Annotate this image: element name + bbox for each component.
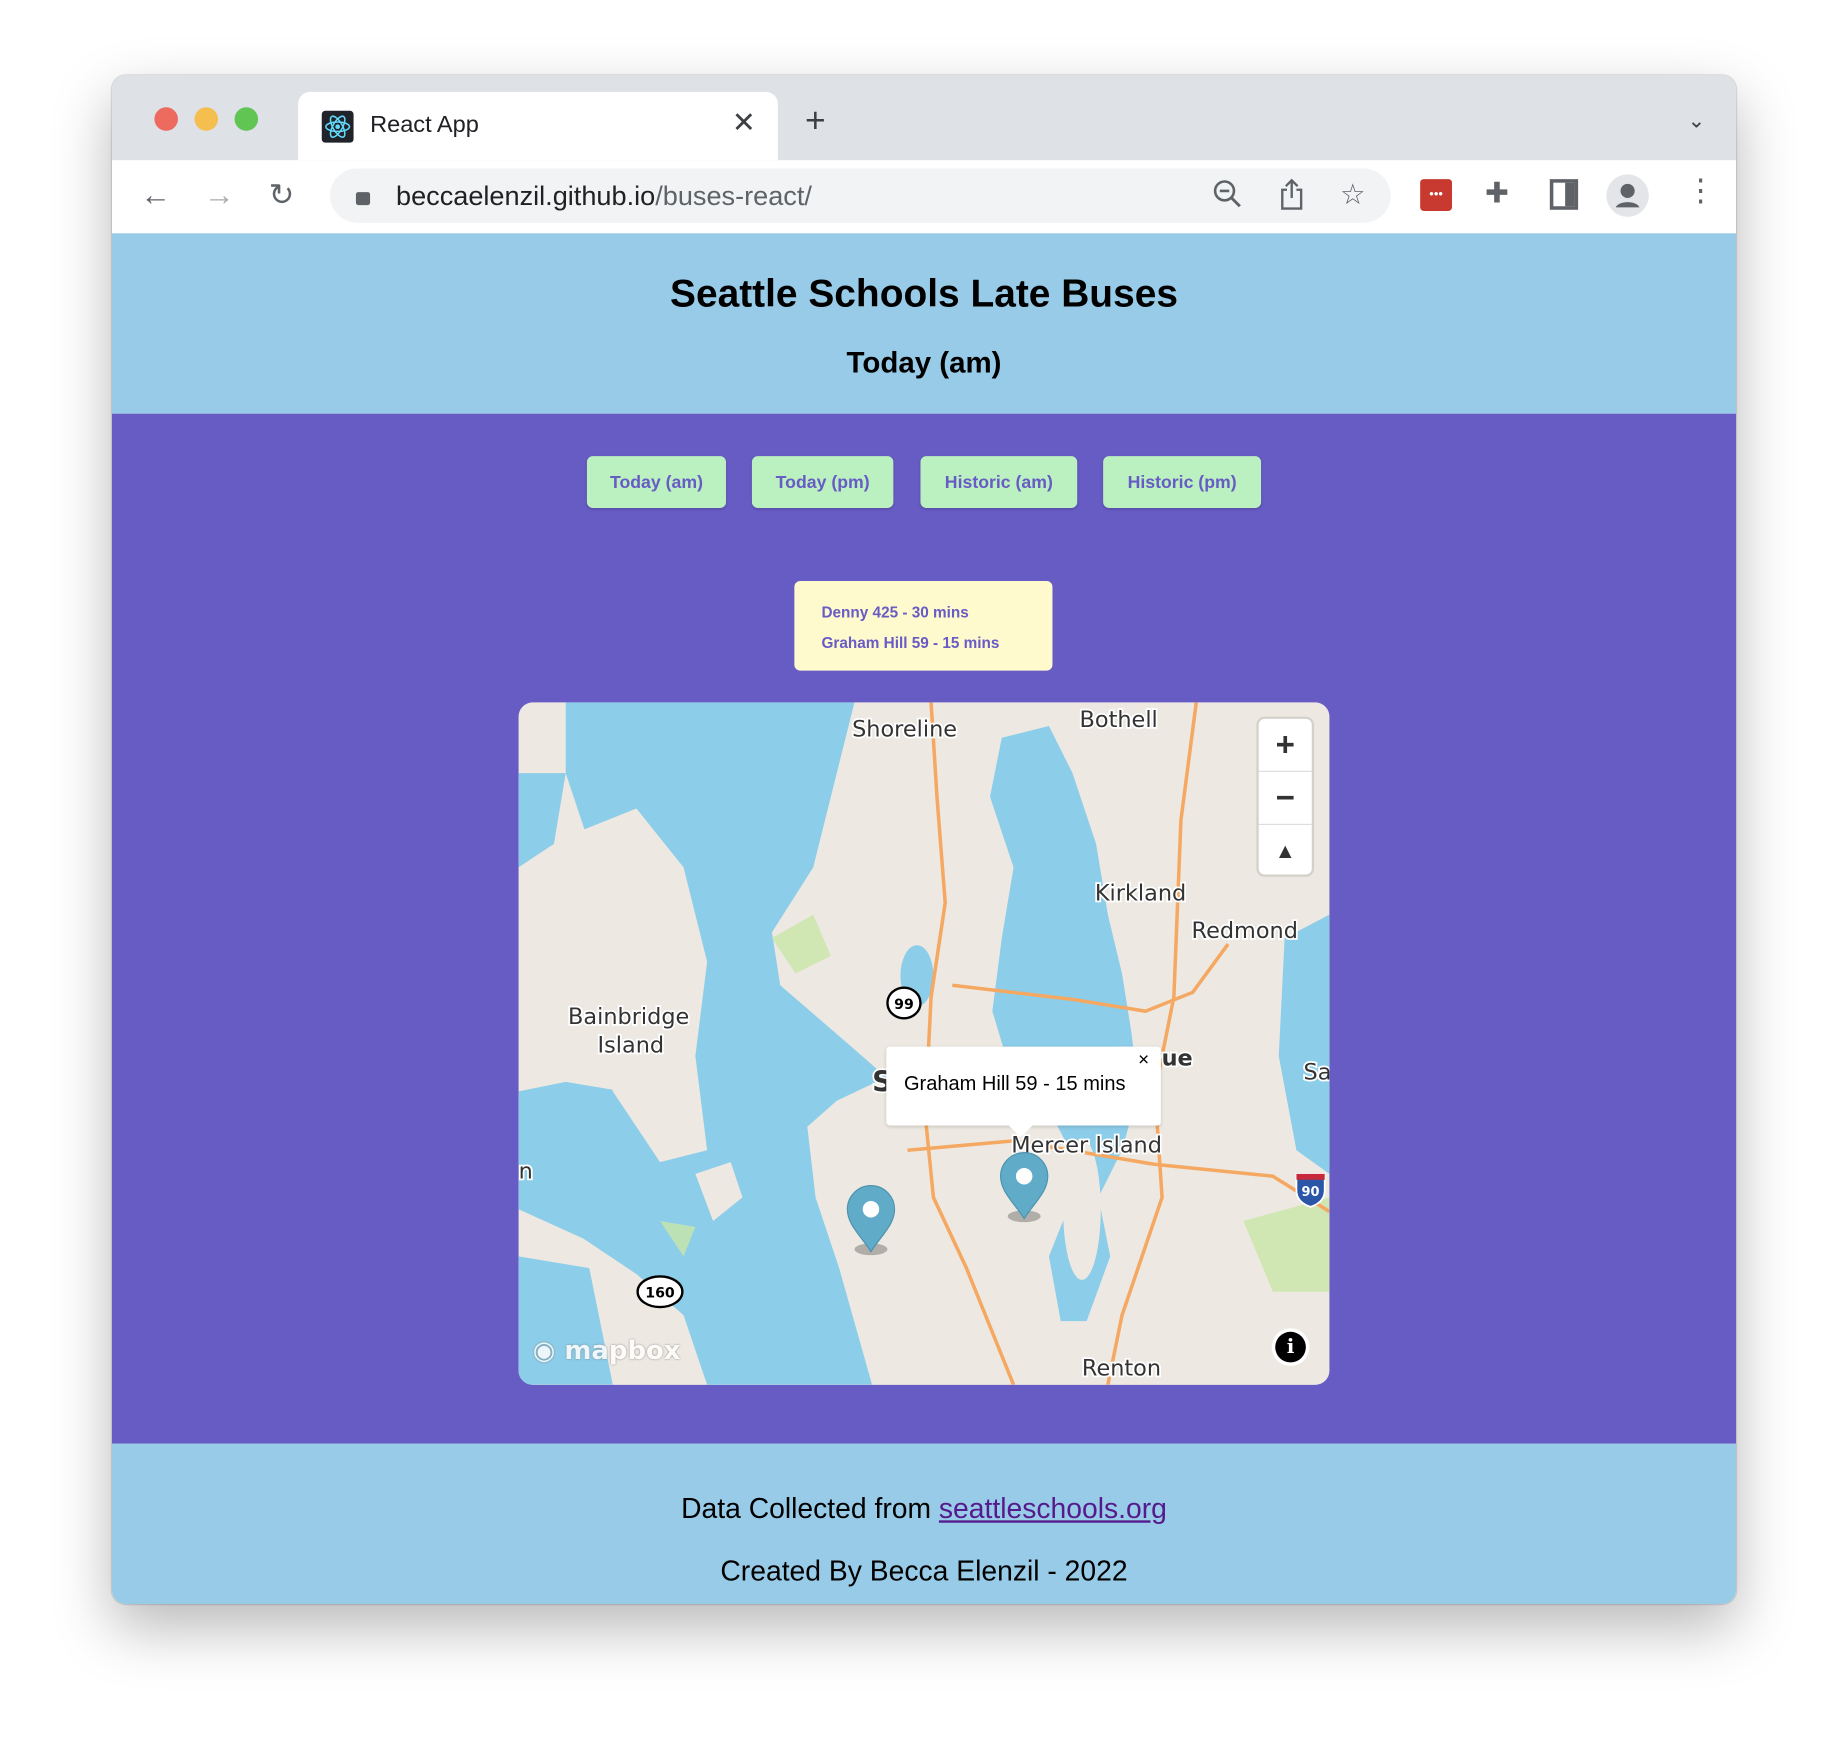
- url-text[interactable]: beccaelenzil.github.io/buses-react/: [396, 180, 812, 212]
- i-90-shield: 90: [1295, 1172, 1326, 1208]
- svg-text:Redmond: Redmond: [1192, 918, 1298, 944]
- data-source-line: Data Collected from seattleschools.org: [681, 1493, 1167, 1526]
- tab-title: React App: [370, 111, 479, 138]
- late-bus-item: Graham Hill 59 - 15 mins: [821, 634, 1000, 652]
- popup-close-button[interactable]: ×: [1138, 1050, 1149, 1071]
- browser-window: React App ✕ + ⌄ ← → ↻ beccaelenzil.githu…: [111, 75, 1737, 1605]
- share-icon[interactable]: [1278, 178, 1306, 219]
- today-pm-button[interactable]: Today (pm): [751, 456, 894, 508]
- tab-close-icon[interactable]: ✕: [732, 106, 756, 140]
- svg-text:160: 160: [645, 1286, 675, 1302]
- address-bar[interactable]: beccaelenzil.github.io/buses-react/ ☆: [329, 168, 1391, 223]
- back-arrow-icon[interactable]: ←: [140, 177, 171, 212]
- minimize-window-button[interactable]: [194, 107, 219, 131]
- svg-text:Renton: Renton: [1082, 1355, 1161, 1381]
- bus-marker-denny[interactable]: [846, 1185, 896, 1256]
- svg-text:Kirkland: Kirkland: [1095, 880, 1186, 906]
- tab-react-app[interactable]: React App ✕: [298, 91, 778, 161]
- map-popup: × Graham Hill 59 - 15 mins: [886, 1046, 1161, 1126]
- page-subtitle: Today (am): [846, 346, 1002, 380]
- compass-reset-north-button[interactable]: ▲: [1259, 825, 1312, 877]
- svg-text:Island: Island: [598, 1032, 665, 1058]
- mapbox-logo[interactable]: ◉ mapbox: [533, 1336, 681, 1365]
- credit-line: Created By Becca Elenzil - 2022: [720, 1555, 1128, 1588]
- close-window-button[interactable]: [154, 107, 178, 131]
- today-am-button[interactable]: Today (am): [586, 456, 726, 508]
- bookmark-star-icon[interactable]: ☆: [1340, 178, 1365, 212]
- tab-bar: React App ✕ + ⌄: [111, 75, 1737, 161]
- profile-avatar-icon[interactable]: [1606, 174, 1649, 217]
- sr-99-shield: 99: [886, 986, 922, 1020]
- svg-text:99: 99: [894, 997, 914, 1013]
- forward-arrow-icon[interactable]: →: [204, 177, 235, 212]
- map-navigation-controls: + − ▲: [1258, 718, 1312, 877]
- maximize-window-button[interactable]: [234, 107, 259, 131]
- main-content: Today (am) Today (pm) Historic (am) Hist…: [111, 413, 1737, 1444]
- attribution-info-icon[interactable]: i: [1275, 1331, 1306, 1363]
- extensions-puzzle-icon[interactable]: ✚: [1485, 177, 1509, 211]
- react-logo-icon: [321, 110, 354, 143]
- browser-menu-kebab-icon[interactable]: ⋮: [1685, 172, 1716, 209]
- browser-toolbar: ← → ↻ beccaelenzil.github.io/buses-react…: [111, 160, 1737, 235]
- sr-160-shield: 160: [636, 1275, 684, 1309]
- page-footer: Data Collected from seattleschools.org C…: [111, 1443, 1737, 1605]
- svg-text:90: 90: [1302, 1185, 1320, 1200]
- svg-text:n: n: [519, 1159, 533, 1185]
- late-buses-list: Denny 425 - 30 mins Graham Hill 59 - 15 …: [794, 581, 1053, 671]
- side-panel-icon[interactable]: [1549, 179, 1579, 210]
- svg-text:Bothell: Bothell: [1080, 707, 1158, 733]
- svg-text:Bainbridge: Bainbridge: [568, 1004, 689, 1030]
- late-bus-item: Denny 425 - 30 mins: [821, 603, 969, 622]
- svg-text:Shoreline: Shoreline: [852, 717, 957, 743]
- popup-text: Graham Hill 59 - 15 mins: [903, 1072, 1126, 1095]
- tab-search-chevron-icon[interactable]: ⌄: [1688, 108, 1706, 133]
- page-header: Seattle Schools Late Buses Today (am): [111, 233, 1737, 414]
- zoom-out-button[interactable]: −: [1258, 772, 1312, 825]
- zoom-out-icon[interactable]: [1212, 178, 1243, 219]
- popup-tip: [1008, 1125, 1033, 1138]
- lock-icon: [355, 192, 371, 206]
- svg-text:Sa: Sa: [1303, 1060, 1329, 1086]
- map-canvas[interactable]: Shoreline Bothell Kirkland Redmond Bainb…: [518, 702, 1330, 1385]
- bus-marker-graham-hill[interactable]: [1000, 1152, 1049, 1223]
- historic-pm-button[interactable]: Historic (pm): [1103, 456, 1262, 508]
- new-tab-plus-icon[interactable]: +: [805, 101, 826, 141]
- historic-am-button[interactable]: Historic (am): [920, 456, 1078, 508]
- map[interactable]: Shoreline Bothell Kirkland Redmond Bainb…: [518, 702, 1330, 1385]
- seattleschools-link[interactable]: seattleschools.org: [939, 1493, 1167, 1525]
- lastpass-extension-icon[interactable]: •••: [1420, 179, 1452, 211]
- zoom-in-button[interactable]: +: [1258, 719, 1312, 772]
- page-title: Seattle Schools Late Buses: [670, 271, 1178, 315]
- reload-icon[interactable]: ↻: [269, 177, 295, 212]
